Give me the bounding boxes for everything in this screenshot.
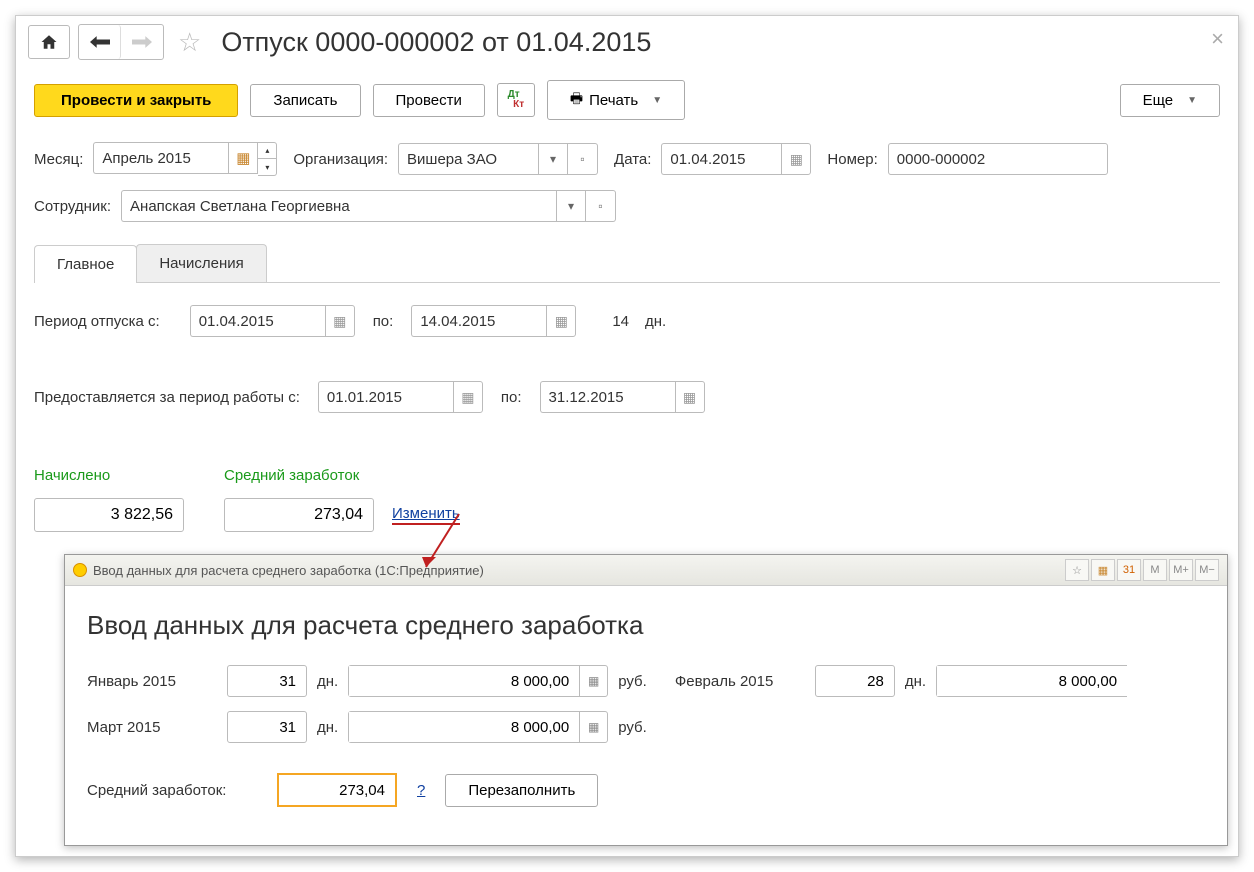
employee-dropdown-button[interactable]: ▾ xyxy=(556,190,586,222)
more-label: Еще xyxy=(1143,92,1174,109)
date-label: Дата: xyxy=(614,151,651,168)
printer-icon xyxy=(570,88,583,112)
vacation-days: 14 xyxy=(612,313,629,330)
amount-unit: руб. xyxy=(618,719,647,736)
month-picker-button[interactable] xyxy=(228,142,258,174)
tab-accruals[interactable]: Начисления xyxy=(136,244,266,282)
tb-mplus-button[interactable]: M+ xyxy=(1169,559,1193,581)
to-label: по: xyxy=(373,313,394,330)
avg-earnings-label: Средний заработок xyxy=(224,467,460,484)
tb-mminus-button[interactable]: M− xyxy=(1195,559,1219,581)
date-input[interactable]: 01.04.2015 xyxy=(661,143,781,175)
work-from-picker[interactable] xyxy=(453,381,483,413)
employee-open-button[interactable]: ▫ xyxy=(586,190,616,222)
work-to-label: по: xyxy=(501,389,522,406)
month3-days-input[interactable] xyxy=(227,711,307,743)
org-input[interactable]: Вишера ЗАО xyxy=(398,143,538,175)
help-link[interactable]: ? xyxy=(417,782,425,799)
org-label: Организация: xyxy=(293,151,388,168)
month1-days-input[interactable] xyxy=(227,665,307,697)
tb-star-button[interactable]: ☆ xyxy=(1065,559,1089,581)
month1-amount-picker[interactable]: ▦ xyxy=(579,666,607,696)
home-icon xyxy=(40,33,58,51)
print-label: Печать xyxy=(589,92,638,109)
tb-calc-button[interactable]: ▦ xyxy=(1091,559,1115,581)
tab-main[interactable]: Главное xyxy=(34,245,137,283)
popup-titlebar-text: Ввод данных для расчета среднего заработ… xyxy=(93,563,484,578)
chevron-down-icon: ▼ xyxy=(652,95,662,106)
vacation-to-input[interactable]: 14.04.2015 xyxy=(411,305,546,337)
more-button[interactable]: Еще ▼ xyxy=(1120,84,1220,117)
month3-amount-input[interactable] xyxy=(349,712,579,742)
vacation-from-input[interactable]: 01.04.2015 xyxy=(190,305,325,337)
period-from-label: Период отпуска с: xyxy=(34,313,160,330)
refill-button[interactable]: Перезаполнить xyxy=(445,774,598,807)
month1-amount-input[interactable] xyxy=(349,666,579,696)
work-to-input[interactable]: 31.12.2015 xyxy=(540,381,675,413)
close-icon[interactable]: × xyxy=(1211,26,1224,52)
debit-credit-button[interactable]: Дт Кт xyxy=(497,83,535,117)
number-label: Номер: xyxy=(827,151,877,168)
accrued-input[interactable] xyxy=(34,498,184,532)
tb-m-button[interactable]: M xyxy=(1143,559,1167,581)
popup-heading: Ввод данных для расчета среднего заработ… xyxy=(87,610,1205,641)
month-input[interactable]: Апрель 2015 xyxy=(93,142,228,174)
post-and-close-button[interactable]: Провести и закрыть xyxy=(34,84,238,117)
org-open-button[interactable]: ▫ xyxy=(568,143,598,175)
vacation-to-picker[interactable] xyxy=(546,305,576,337)
month2-label: Февраль 2015 xyxy=(675,673,805,690)
back-button[interactable] xyxy=(79,25,121,59)
month2-days-input[interactable] xyxy=(815,665,895,697)
app-icon xyxy=(73,563,87,577)
month3-label: Март 2015 xyxy=(87,719,217,736)
days-unit: дн. xyxy=(317,719,338,736)
days-unit: дн. xyxy=(905,673,926,690)
change-link[interactable]: Изменить xyxy=(392,505,460,525)
work-to-picker[interactable] xyxy=(675,381,705,413)
chevron-down-icon: ▼ xyxy=(1187,95,1197,106)
date-picker-button[interactable] xyxy=(781,143,811,175)
favorite-star-icon[interactable]: ☆ xyxy=(178,27,201,58)
month2-amount-input[interactable] xyxy=(937,666,1127,696)
month-label: Месяц: xyxy=(34,151,83,168)
org-dropdown-button[interactable]: ▾ xyxy=(538,143,568,175)
arrow-left-icon xyxy=(90,35,110,49)
post-button[interactable]: Провести xyxy=(373,84,485,117)
amount-unit: руб. xyxy=(618,673,647,690)
vacation-from-picker[interactable] xyxy=(325,305,355,337)
month-down-button[interactable]: ▾ xyxy=(258,159,276,175)
forward-button xyxy=(121,25,163,59)
days-unit: дн. xyxy=(317,673,338,690)
work-from-input[interactable]: 01.01.2015 xyxy=(318,381,453,413)
month1-label: Январь 2015 xyxy=(87,673,217,690)
popup-avg-label: Средний заработок: xyxy=(87,782,267,799)
popup-avg-input[interactable] xyxy=(277,773,397,807)
work-period-label: Предоставляется за период работы с: xyxy=(34,389,300,406)
month-up-button[interactable]: ▴ xyxy=(258,143,276,159)
month3-amount-picker[interactable]: ▦ xyxy=(579,712,607,742)
avg-earnings-input[interactable] xyxy=(224,498,374,532)
home-button[interactable] xyxy=(28,25,70,59)
tb-cal-button[interactable]: 31 xyxy=(1117,559,1141,581)
dtkt-icon: Дт Кт xyxy=(508,90,525,110)
days-unit: дн. xyxy=(645,313,666,330)
avg-earnings-popup: Ввод данных для расчета среднего заработ… xyxy=(64,554,1228,846)
save-button[interactable]: Записать xyxy=(250,84,360,117)
page-title: Отпуск 0000-000002 от 01.04.2015 xyxy=(221,27,651,58)
print-button[interactable]: Печать ▼ xyxy=(547,80,685,120)
arrow-right-icon xyxy=(132,35,152,49)
number-input[interactable]: 0000-000002 xyxy=(888,143,1108,175)
employee-input[interactable]: Анапская Светлана Георгиевна xyxy=(121,190,556,222)
accrued-label: Начислено xyxy=(34,467,184,484)
employee-label: Сотрудник: xyxy=(34,198,111,215)
